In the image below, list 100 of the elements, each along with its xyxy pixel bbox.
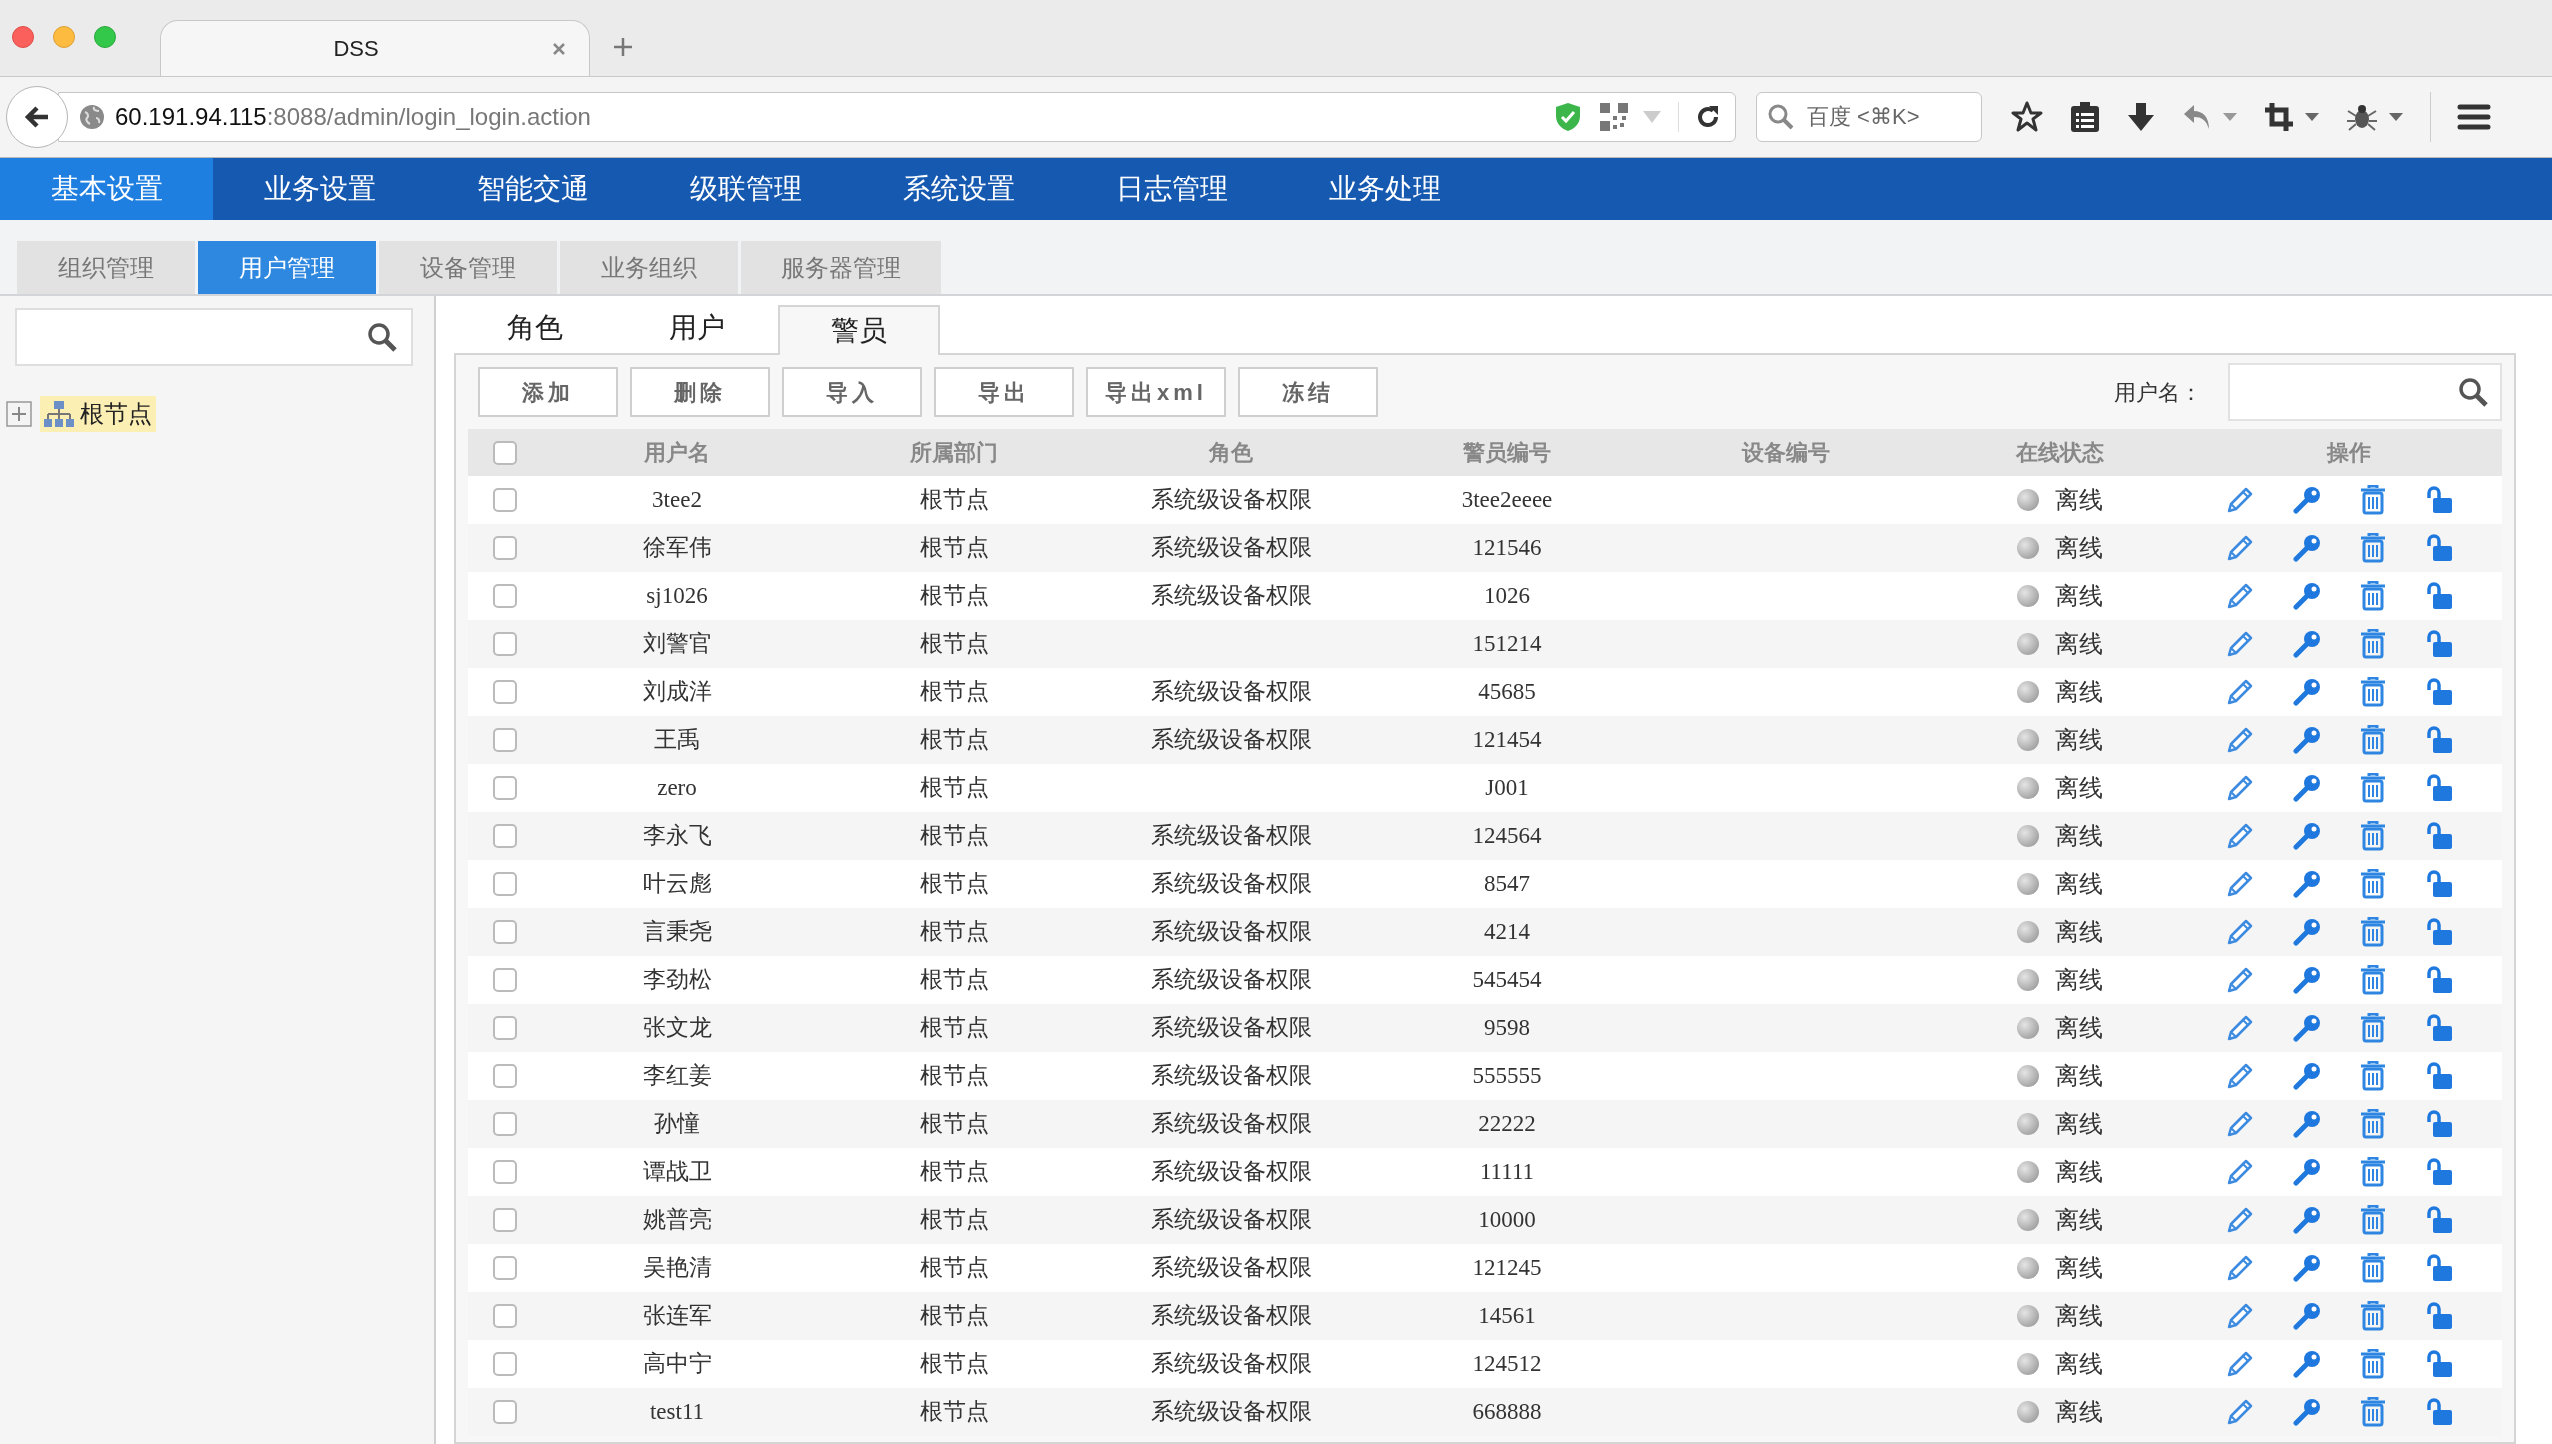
edit-icon[interactable] <box>2225 1157 2255 1187</box>
key-icon[interactable] <box>2293 1110 2321 1138</box>
edit-icon[interactable] <box>2225 965 2255 995</box>
edit-icon[interactable] <box>2225 581 2255 611</box>
unlock-icon[interactable] <box>2425 1253 2453 1283</box>
key-icon[interactable] <box>2293 1206 2321 1234</box>
checkbox[interactable] <box>493 968 517 992</box>
checkbox[interactable] <box>493 872 517 896</box>
download-icon[interactable] <box>2126 101 2156 133</box>
trash-icon[interactable] <box>2359 533 2387 563</box>
checkbox[interactable] <box>493 632 517 656</box>
unlock-icon[interactable] <box>2425 533 2453 563</box>
trash-icon[interactable] <box>2359 773 2387 803</box>
edit-icon[interactable] <box>2225 1013 2255 1043</box>
unlock-icon[interactable] <box>2425 581 2453 611</box>
trash-icon[interactable] <box>2359 581 2387 611</box>
key-icon[interactable] <box>2293 966 2321 994</box>
close-tab-icon[interactable] <box>551 40 567 57</box>
sub-tab[interactable]: 服务器管理 <box>741 241 941 294</box>
unlock-icon[interactable] <box>2425 1061 2453 1091</box>
toolbar-button[interactable]: 添加 <box>478 367 618 417</box>
tab[interactable]: 警员 <box>778 305 940 355</box>
shield-check-icon[interactable] <box>1554 102 1582 132</box>
checkbox[interactable] <box>493 776 517 800</box>
trash-icon[interactable] <box>2359 869 2387 899</box>
nav-tab[interactable]: 智能交通 <box>426 158 639 220</box>
checkbox[interactable] <box>493 1256 517 1280</box>
close-window-button[interactable] <box>12 26 34 48</box>
toolbar-button[interactable]: 冻结 <box>1238 367 1378 417</box>
edit-icon[interactable] <box>2225 821 2255 851</box>
trash-icon[interactable] <box>2359 965 2387 995</box>
bug-icon[interactable] <box>2346 103 2378 131</box>
key-icon[interactable] <box>2293 1350 2321 1378</box>
edit-icon[interactable] <box>2225 869 2255 899</box>
checkbox[interactable] <box>493 1064 517 1088</box>
trash-icon[interactable] <box>2359 725 2387 755</box>
dropdown-icon[interactable] <box>2304 112 2320 122</box>
unlock-icon[interactable] <box>2425 869 2453 899</box>
unlock-icon[interactable] <box>2425 965 2453 995</box>
trash-icon[interactable] <box>2359 1349 2387 1379</box>
key-icon[interactable] <box>2293 870 2321 898</box>
trash-icon[interactable] <box>2359 1253 2387 1283</box>
tab[interactable]: 用户 <box>616 303 778 353</box>
edit-icon[interactable] <box>2225 773 2255 803</box>
checkbox[interactable] <box>493 1400 517 1424</box>
nav-tab[interactable]: 业务设置 <box>213 158 426 220</box>
trash-icon[interactable] <box>2359 1397 2387 1427</box>
qr-code-icon[interactable] <box>1600 103 1628 131</box>
sub-tab[interactable]: 业务组织 <box>560 241 738 294</box>
checkbox[interactable] <box>493 1208 517 1232</box>
checkbox[interactable] <box>493 440 517 465</box>
key-icon[interactable] <box>2293 774 2321 802</box>
unlock-icon[interactable] <box>2425 1349 2453 1379</box>
edit-icon[interactable] <box>2225 1253 2255 1283</box>
checkbox[interactable] <box>493 1352 517 1376</box>
checkbox[interactable] <box>493 728 517 752</box>
key-icon[interactable] <box>2293 1014 2321 1042</box>
edit-icon[interactable] <box>2225 1301 2255 1331</box>
sub-tab[interactable]: 组织管理 <box>17 241 195 294</box>
key-icon[interactable] <box>2293 822 2321 850</box>
edit-icon[interactable] <box>2225 1109 2255 1139</box>
toolbar-button[interactable]: 导出xml <box>1086 367 1226 417</box>
unlock-icon[interactable] <box>2425 677 2453 707</box>
nav-tab[interactable]: 业务处理 <box>1278 158 1491 220</box>
edit-icon[interactable] <box>2225 485 2255 515</box>
checkbox[interactable] <box>493 536 517 560</box>
key-icon[interactable] <box>2293 582 2321 610</box>
trash-icon[interactable] <box>2359 677 2387 707</box>
expand-toggle[interactable] <box>6 401 32 427</box>
reading-list-icon[interactable] <box>2070 101 2100 133</box>
trash-icon[interactable] <box>2359 1013 2387 1043</box>
unlock-icon[interactable] <box>2425 773 2453 803</box>
dropdown-icon[interactable] <box>2222 112 2238 122</box>
trash-icon[interactable] <box>2359 485 2387 515</box>
checkbox[interactable] <box>493 1112 517 1136</box>
username-search-field[interactable] <box>2228 363 2502 421</box>
key-icon[interactable] <box>2293 1398 2321 1426</box>
nav-tab[interactable]: 基本设置 <box>0 158 213 220</box>
edit-icon[interactable] <box>2225 725 2255 755</box>
edit-icon[interactable] <box>2225 1061 2255 1091</box>
dropdown-icon[interactable] <box>2388 112 2404 122</box>
edit-icon[interactable] <box>2225 533 2255 563</box>
trash-icon[interactable] <box>2359 821 2387 851</box>
key-icon[interactable] <box>2293 726 2321 754</box>
nav-tab[interactable]: 级联管理 <box>639 158 852 220</box>
toolbar-button[interactable]: 导入 <box>782 367 922 417</box>
menu-icon[interactable] <box>2457 104 2491 130</box>
checkbox[interactable] <box>493 1304 517 1328</box>
checkbox[interactable] <box>493 1016 517 1040</box>
unlock-icon[interactable] <box>2425 917 2453 947</box>
key-icon[interactable] <box>2293 486 2321 514</box>
key-icon[interactable] <box>2293 1254 2321 1282</box>
tab[interactable]: 角色 <box>454 303 616 353</box>
trash-icon[interactable] <box>2359 1061 2387 1091</box>
trash-icon[interactable] <box>2359 1109 2387 1139</box>
unlock-icon[interactable] <box>2425 821 2453 851</box>
reload-icon[interactable] <box>1695 104 1721 130</box>
trash-icon[interactable] <box>2359 1157 2387 1187</box>
key-icon[interactable] <box>2293 678 2321 706</box>
checkbox[interactable] <box>493 680 517 704</box>
